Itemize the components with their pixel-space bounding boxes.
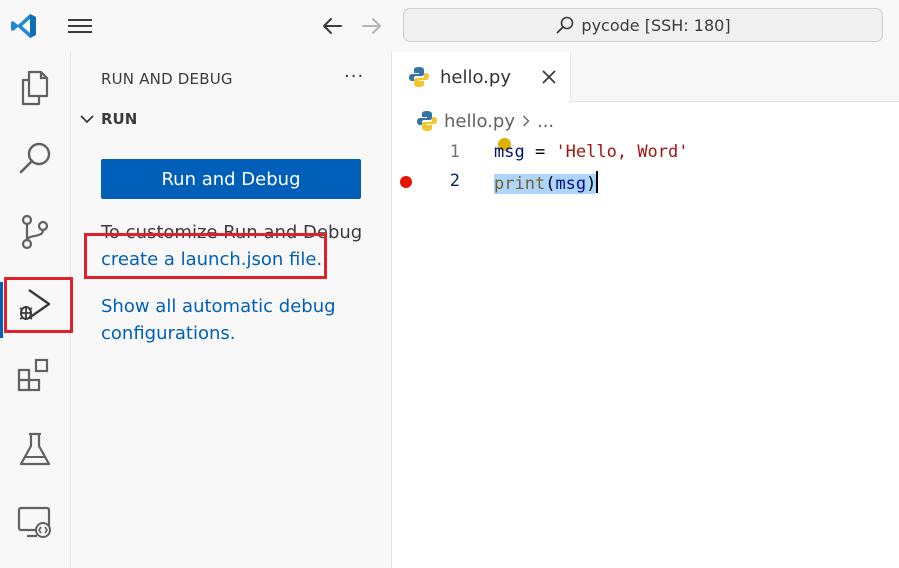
show-auto-configs-link-line2[interactable]: configurations.: [101, 320, 236, 347]
code-line[interactable]: 1 msg = 'Hello, Word': [392, 138, 899, 166]
tab-label: hello.py: [440, 67, 511, 88]
code-token: =: [524, 142, 556, 162]
code-token: print: [494, 174, 546, 194]
show-auto-configs-link-line1[interactable]: Show all automatic debug: [101, 293, 336, 320]
line-number: 2: [449, 171, 460, 191]
search-icon: [557, 16, 574, 34]
forward-arrow-icon[interactable]: [360, 14, 384, 38]
code-token: 'Hello, Word': [555, 142, 689, 162]
code-token: ): [586, 174, 597, 194]
sidebar-title: RUN AND DEBUG: [101, 70, 233, 88]
tab-hello-py[interactable]: hello.py: [392, 52, 571, 102]
title-bar: pycode [SSH: 180]: [0, 0, 899, 52]
breakpoint-icon[interactable]: [400, 176, 412, 188]
run-and-debug-sidebar: RUN AND DEBUG ··· RUN Run and Debug To c…: [71, 52, 392, 568]
menu-icon[interactable]: [67, 15, 93, 37]
customize-text: To customize Run and Debug: [101, 222, 363, 243]
code-text: print(msg): [494, 171, 599, 194]
python-file-icon: [417, 111, 437, 131]
run-section-header[interactable]: RUN: [79, 110, 137, 128]
run-debug-icon[interactable]: [15, 286, 55, 326]
command-center[interactable]: pycode [SSH: 180]: [403, 8, 883, 42]
breadcrumb: hello.py ...: [416, 110, 554, 132]
close-icon[interactable]: [540, 68, 558, 86]
code-token: msg: [494, 142, 525, 162]
code-token: msg: [555, 174, 587, 194]
breadcrumb-file[interactable]: hello.py: [444, 111, 515, 132]
remote-explorer-icon[interactable]: [15, 502, 55, 542]
code-text: msg = 'Hello, Word': [494, 142, 689, 162]
search-icon[interactable]: [15, 138, 55, 178]
vscode-logo-icon: [10, 12, 38, 40]
back-arrow-icon[interactable]: [320, 14, 344, 38]
activity-bar: [0, 52, 71, 568]
testing-icon[interactable]: [15, 430, 55, 470]
python-file-icon: [409, 67, 429, 87]
section-label: RUN: [101, 110, 138, 128]
extensions-icon[interactable]: [15, 356, 55, 396]
active-indicator: [0, 282, 3, 338]
breadcrumb-more[interactable]: ...: [537, 111, 554, 132]
text-cursor: [596, 171, 599, 193]
more-actions-icon[interactable]: ···: [344, 66, 364, 87]
source-control-icon[interactable]: [15, 212, 55, 252]
tab-strip: hello.py: [392, 52, 899, 102]
run-and-debug-button[interactable]: Run and Debug: [101, 159, 361, 199]
selection: print(msg): [494, 174, 597, 194]
chevron-right-icon: [523, 115, 530, 127]
explorer-icon[interactable]: [15, 68, 55, 108]
chevron-down-icon: [80, 115, 94, 124]
editor-area: hello.py hello.py ... 1 msg = 'Hello, Wo…: [392, 52, 899, 568]
line-number: 1: [449, 142, 460, 162]
command-center-label: pycode [SSH: 180]: [581, 15, 731, 35]
code-token: (: [545, 174, 556, 194]
code-line[interactable]: 2 print(msg): [392, 167, 899, 195]
create-launch-json-link[interactable]: create a launch.json file.: [101, 246, 322, 273]
